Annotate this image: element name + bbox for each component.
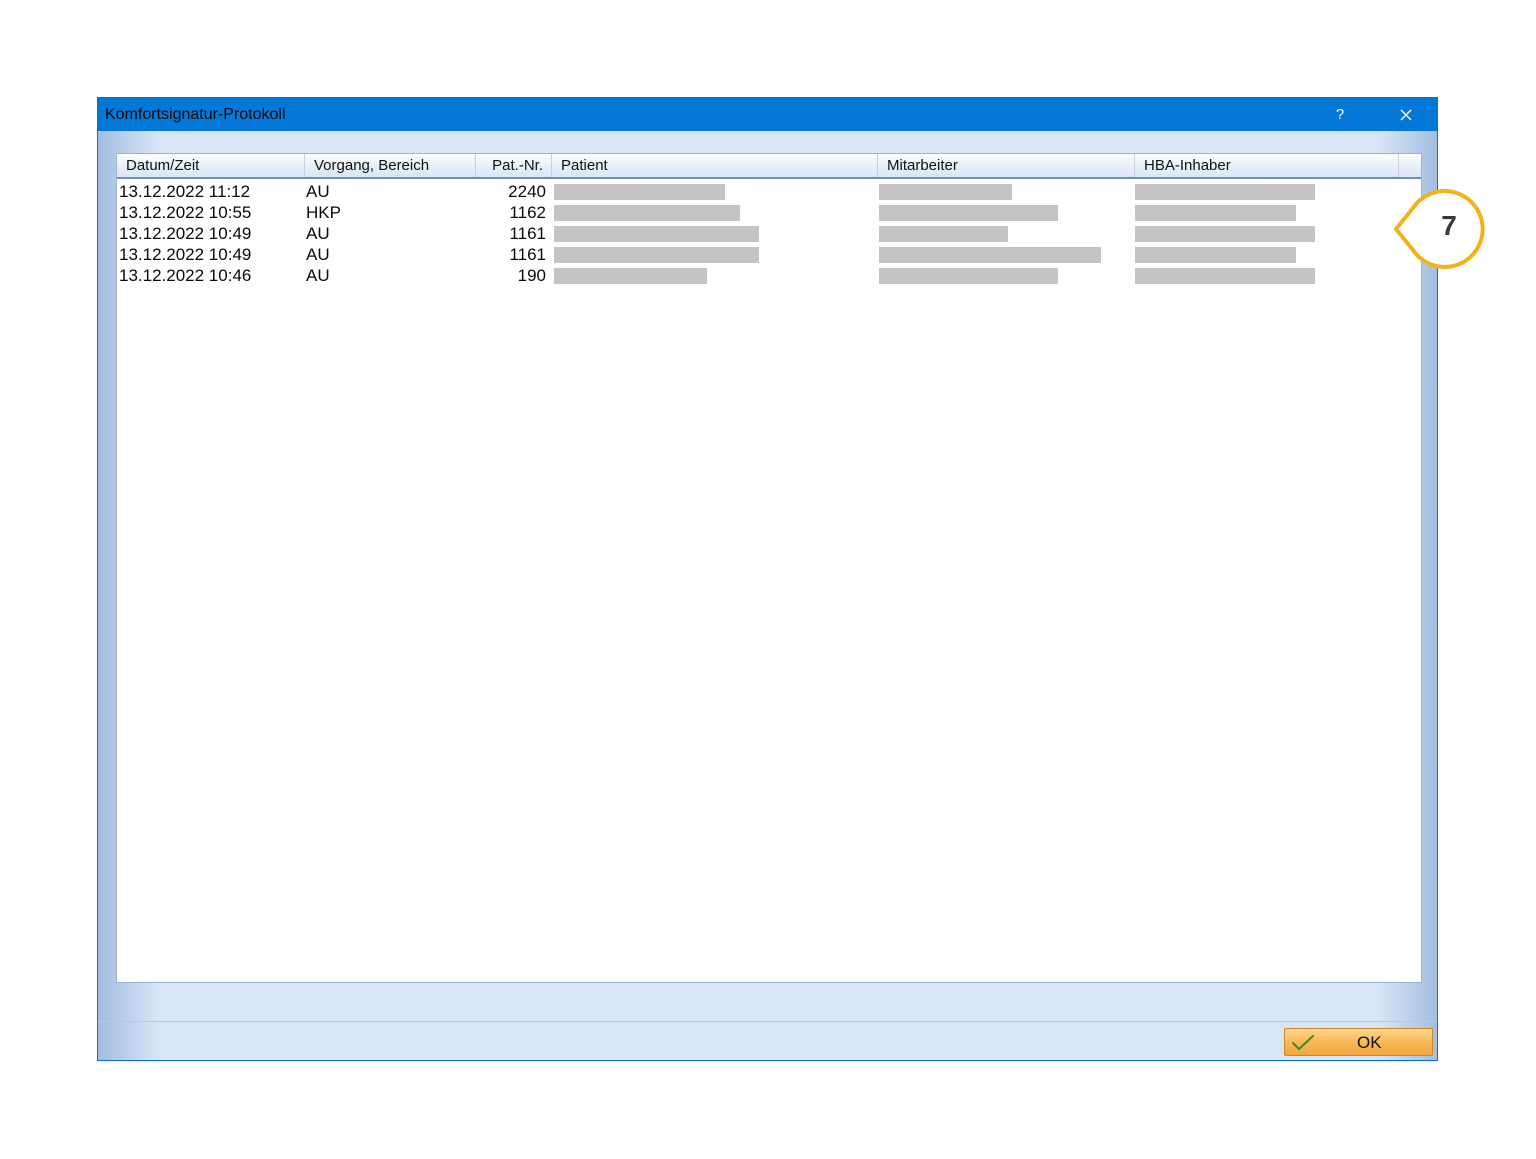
column-header-hba-inhaber[interactable]: HBA-Inhaber: [1135, 154, 1399, 177]
column-header-mitarbeiter[interactable]: Mitarbeiter: [878, 154, 1135, 177]
table-row[interactable]: 13.12.2022 11:12 AU 2240: [117, 181, 1421, 202]
cell-datum: 13.12.2022 10:46: [119, 266, 252, 285]
cell-pat-nr: 190: [517, 266, 546, 285]
cell-vorgang: AU: [306, 224, 330, 243]
checkmark-icon: [1292, 1035, 1314, 1050]
redacted-hba-inhaber: [1135, 268, 1315, 284]
cell-vorgang: HKP: [306, 203, 341, 222]
column-header-patient[interactable]: Patient: [552, 154, 878, 177]
redacted-hba-inhaber: [1135, 184, 1315, 200]
redacted-patient: [554, 247, 759, 263]
footer-separator: [98, 1021, 1437, 1022]
ok-button-label: OK: [1357, 1033, 1382, 1052]
cell-pat-nr: 1161: [509, 245, 546, 264]
redacted-mitarbeiter: [879, 247, 1101, 263]
table-row[interactable]: 13.12.2022 10:55 HKP 1162: [117, 202, 1421, 223]
ok-button[interactable]: OK: [1284, 1028, 1433, 1056]
table-header: Datum/Zeit Vorgang, Bereich Pat.-Nr. Pat…: [117, 154, 1421, 179]
window-title: Komfortsignatur-Protokoll: [105, 106, 286, 123]
redacted-mitarbeiter: [879, 268, 1058, 284]
cell-vorgang: AU: [306, 266, 330, 285]
cell-vorgang: AU: [306, 182, 330, 201]
column-header-vorgang-bereich[interactable]: Vorgang, Bereich: [305, 154, 476, 177]
redacted-hba-inhaber: [1135, 247, 1296, 263]
close-button[interactable]: [1391, 104, 1421, 126]
komfortsignatur-dialog: Komfortsignatur-Protokoll ? Datum/Zeit V…: [97, 97, 1438, 1061]
redacted-hba-inhaber: [1135, 226, 1315, 242]
cell-datum: 13.12.2022 11:12: [119, 182, 251, 201]
redacted-mitarbeiter: [879, 184, 1012, 200]
close-icon: [1400, 109, 1412, 121]
redacted-patient: [554, 268, 707, 284]
cell-datum: 13.12.2022 10:49: [119, 245, 252, 264]
cell-datum: 13.12.2022 10:55: [119, 203, 252, 222]
cell-datum: 13.12.2022 10:49: [119, 224, 252, 243]
cell-pat-nr: 2240: [508, 182, 546, 201]
cell-pat-nr: 1161: [509, 224, 546, 243]
table-row[interactable]: 13.12.2022 10:46 AU 190: [117, 265, 1421, 286]
callout-number: 7: [1441, 210, 1457, 241]
table-row[interactable]: 13.12.2022 10:49 AU 1161: [117, 244, 1421, 265]
table-row[interactable]: 13.12.2022 10:49 AU 1161: [117, 223, 1421, 244]
protocol-table[interactable]: Datum/Zeit Vorgang, Bereich Pat.-Nr. Pat…: [116, 153, 1422, 983]
redacted-patient: [554, 184, 725, 200]
column-header-datum-zeit[interactable]: Datum/Zeit: [117, 154, 305, 177]
redacted-patient: [554, 205, 740, 221]
help-button[interactable]: ?: [1325, 104, 1355, 126]
cell-vorgang: AU: [306, 245, 330, 264]
column-header-pat-nr[interactable]: Pat.-Nr.: [476, 154, 552, 177]
redacted-patient: [554, 226, 759, 242]
title-bar: Komfortsignatur-Protokoll ?: [98, 98, 1437, 131]
redacted-mitarbeiter: [879, 226, 1008, 242]
redacted-mitarbeiter: [879, 205, 1058, 221]
cell-pat-nr: 1162: [509, 203, 546, 222]
redacted-hba-inhaber: [1135, 205, 1296, 221]
